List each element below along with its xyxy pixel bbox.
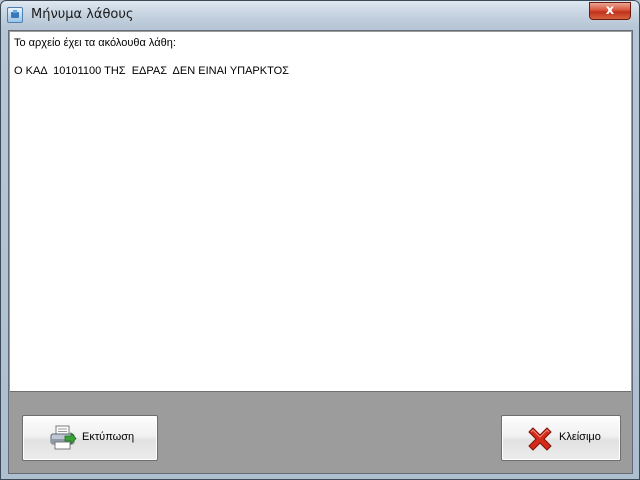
error-message-text-area[interactable]: Το αρχείο έχει τα ακόλουθα λάθη: Ο ΚΑΔ 1… — [10, 32, 631, 392]
title-bar[interactable]: Μήνυμα λάθους x — [1, 1, 639, 29]
dialog-client-area: Το αρχείο έχει τα ακόλουθα λάθη: Ο ΚΑΔ 1… — [8, 30, 633, 474]
app-icon — [7, 7, 23, 23]
window-title: Μήνυμα λάθους — [31, 7, 134, 22]
error-message-window: Μήνυμα λάθους x Το αρχείο έχει τα ακόλου… — [0, 0, 640, 480]
print-button[interactable]: Εκτύπωση — [22, 415, 158, 461]
print-button-label: Εκτύπωση — [82, 431, 135, 443]
close-button-label: Κλείσιμο — [559, 431, 601, 443]
error-line: Ο ΚΑΔ 10101100 ΤΗΣ ΕΔΡΑΣ ΔΕΝ ΕΙΝΑΙ ΥΠΑΡΚ… — [14, 65, 289, 77]
close-window-button[interactable]: x — [589, 2, 631, 20]
printer-icon — [50, 425, 77, 450]
close-button[interactable]: Κλείσιμο — [501, 415, 621, 461]
red-x-icon — [528, 427, 552, 451]
error-heading: Το αρχείο έχει τα ακόλουθα λάθη: — [14, 37, 176, 49]
